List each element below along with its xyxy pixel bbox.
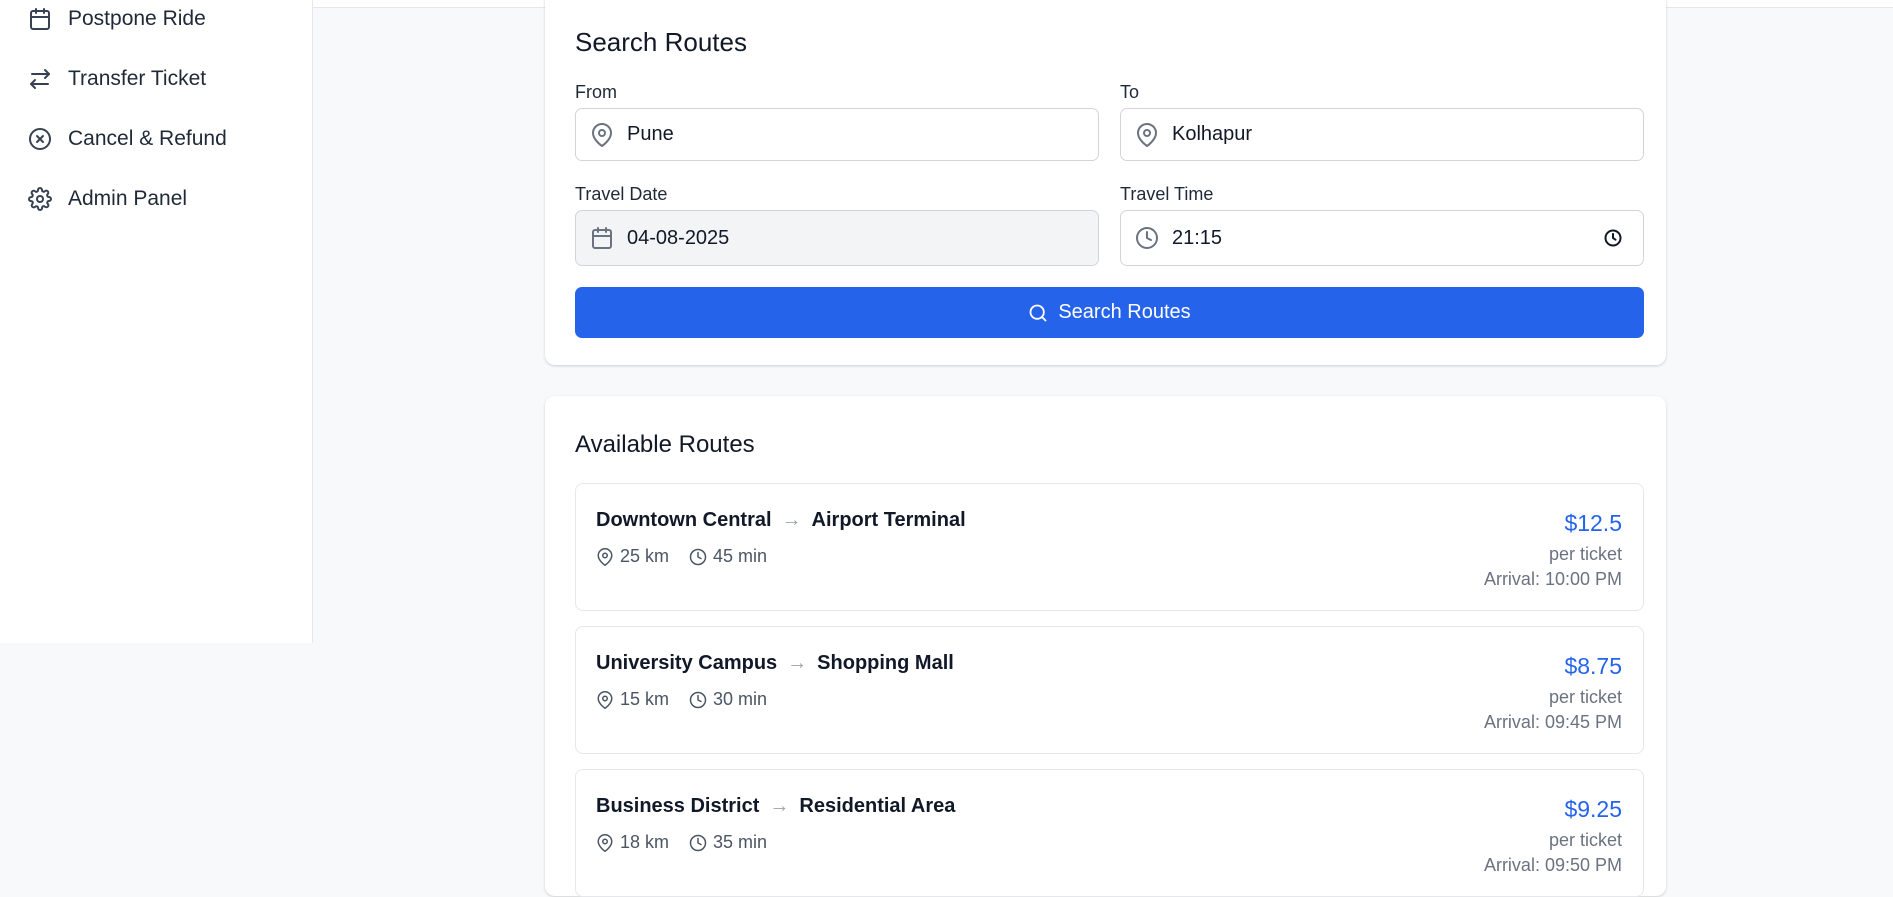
sidebar-item-label: Postpone Ride <box>68 7 206 30</box>
available-routes-card: Available Routes Downtown Central → Airp… <box>545 396 1666 897</box>
sidebar-item-cancel-refund[interactable]: Cancel & Refund <box>28 121 227 157</box>
route-price: $12.5 <box>1564 510 1622 536</box>
sidebar-item-label: Cancel & Refund <box>68 127 227 150</box>
route-meta: 25 km 45 min <box>596 546 787 567</box>
calendar-icon <box>590 226 614 250</box>
route-to: Airport Terminal <box>811 509 966 531</box>
route-from: University Campus <box>596 652 778 674</box>
map-pin-icon <box>597 690 613 709</box>
route-distance: 25 km <box>596 546 669 567</box>
routes-card-title: Available Routes <box>575 431 755 458</box>
route-distance: 18 km <box>596 832 669 853</box>
route-meta: 15 km 30 min <box>596 689 787 710</box>
route-arrow: → <box>781 509 802 531</box>
from-label: From <box>575 82 617 102</box>
route-to: Shopping Mall <box>817 652 954 674</box>
travel-time-value: 21:15 <box>1172 226 1223 249</box>
distance-text: 18 km <box>620 832 670 852</box>
travel-time-field[interactable]: 21:15 <box>1120 210 1644 266</box>
route-per-ticket: per ticket <box>1548 687 1622 707</box>
route-card[interactable]: University Campus → Shopping Mall 15 km … <box>575 626 1644 754</box>
sidebar: Postpone Ride Transfer Ticket Cancel & R… <box>0 0 313 643</box>
route-names: Downtown Central → Airport Terminal <box>596 509 966 532</box>
route-from: Downtown Central <box>596 509 772 531</box>
route-distance: 15 km <box>596 689 669 710</box>
search-routes-button[interactable]: Search Routes <box>575 287 1644 338</box>
search-card-title: Search Routes <box>575 27 747 57</box>
search-icon <box>1029 304 1047 321</box>
transfer-icon <box>28 67 52 91</box>
sidebar-item-postpone-ride[interactable]: Postpone Ride <box>28 1 206 37</box>
sidebar-item-label: Admin Panel <box>68 187 188 210</box>
calendar-icon <box>28 7 52 31</box>
map-pin-icon <box>597 547 613 566</box>
route-names: University Campus → Shopping Mall <box>596 652 954 675</box>
travel-date-field[interactable]: 04-08-2025 <box>575 210 1099 266</box>
sidebar-item-transfer-ticket[interactable]: Transfer Ticket <box>28 61 206 97</box>
route-arrow: → <box>787 652 808 674</box>
travel-date-label: Travel Date <box>575 184 668 204</box>
route-arrival: Arrival: 10:00 PM <box>1483 569 1622 589</box>
route-card[interactable]: Downtown Central → Airport Terminal 25 k… <box>575 483 1644 611</box>
route-arrow: → <box>769 795 790 817</box>
route-per-ticket: per ticket <box>1548 544 1622 564</box>
map-pin-icon <box>1135 122 1159 147</box>
clock-icon <box>1135 226 1159 250</box>
from-field[interactable]: Pune <box>575 108 1099 161</box>
route-from: Business District <box>596 795 760 817</box>
travel-date-value: 04-08-2025 <box>627 226 730 249</box>
map-pin-icon <box>590 122 614 147</box>
route-arrival: Arrival: 09:45 PM <box>1483 712 1622 732</box>
clock-icon <box>689 691 707 708</box>
cancel-circle-icon <box>28 127 52 151</box>
duration-text: 45 min <box>713 546 768 566</box>
route-duration: 35 min <box>689 832 767 853</box>
route-duration: 30 min <box>689 689 767 710</box>
route-price: $9.25 <box>1564 796 1622 822</box>
duration-text: 35 min <box>713 832 768 852</box>
route-names: Business District → Residential Area <box>596 795 955 818</box>
clock-icon <box>689 834 707 851</box>
clock-icon <box>689 548 707 565</box>
travel-time-label: Travel Time <box>1120 184 1214 204</box>
route-price: $8.75 <box>1564 653 1622 679</box>
from-value: Pune <box>627 123 674 145</box>
route-meta: 18 km 35 min <box>596 832 787 853</box>
to-field[interactable]: Kolhapur <box>1120 108 1644 161</box>
route-to: Residential Area <box>799 795 956 817</box>
sidebar-item-admin-panel[interactable]: Admin Panel <box>28 181 187 217</box>
duration-text: 30 min <box>713 689 768 709</box>
distance-text: 25 km <box>620 546 670 566</box>
sidebar-item-label: Transfer Ticket <box>68 67 207 90</box>
search-button-label: Search Routes <box>1058 301 1191 323</box>
map-pin-icon <box>597 833 613 852</box>
search-routes-card: Search Routes From Pune To Kolhapur Trav… <box>545 0 1666 365</box>
to-label: To <box>1120 82 1140 102</box>
route-per-ticket: per ticket <box>1548 830 1622 850</box>
time-picker-icon[interactable] <box>1603 228 1623 248</box>
gear-icon <box>28 187 52 211</box>
distance-text: 15 km <box>620 689 670 709</box>
route-arrival: Arrival: 09:50 PM <box>1483 855 1622 875</box>
route-duration: 45 min <box>689 546 767 567</box>
to-value: Kolhapur <box>1172 123 1253 145</box>
